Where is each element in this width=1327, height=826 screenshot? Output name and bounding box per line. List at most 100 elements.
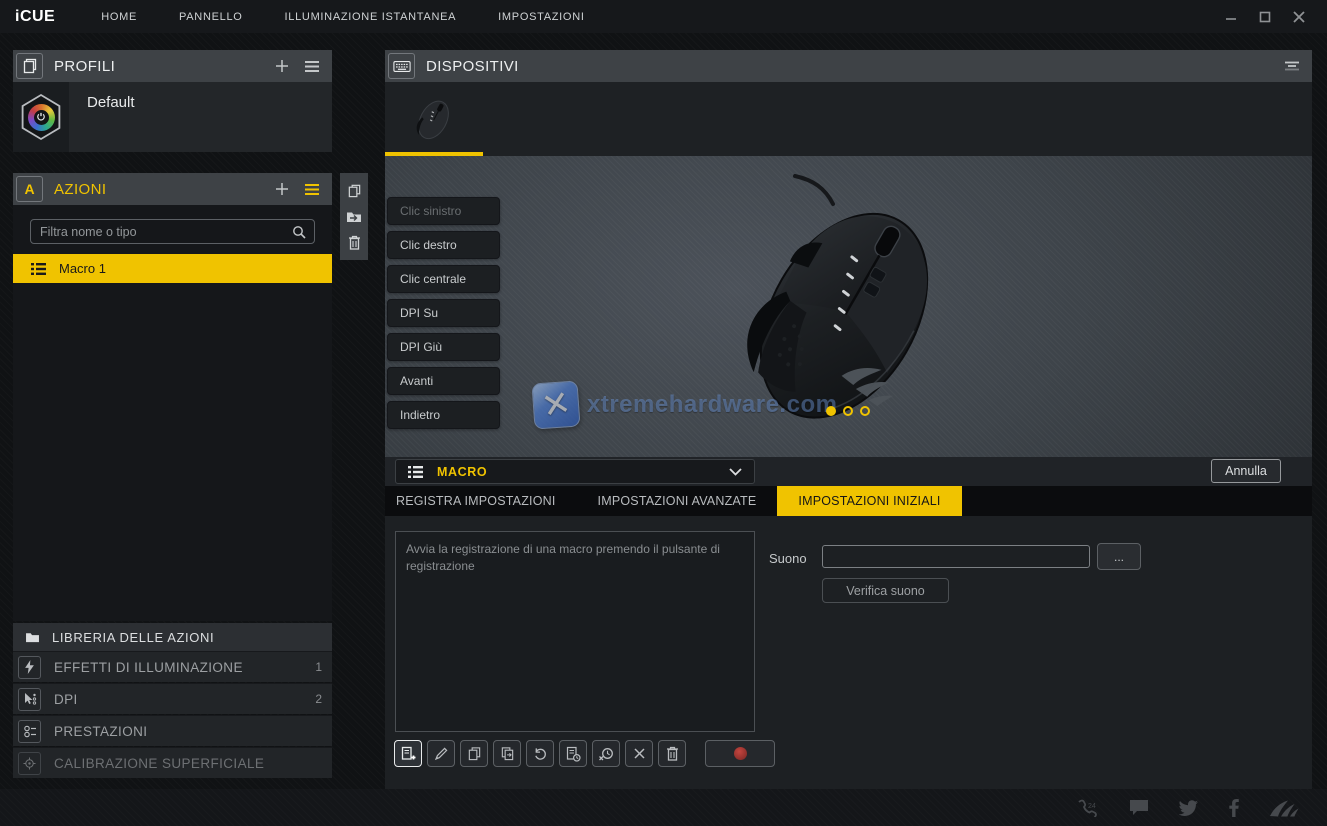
action-item-label: Macro 1 bbox=[59, 261, 106, 276]
mouse-button-dpi-down[interactable]: DPI Giù bbox=[387, 333, 500, 361]
actions-filter-input[interactable] bbox=[31, 225, 292, 239]
devices-filter-icon[interactable] bbox=[1284, 60, 1300, 72]
actions-panel: Macro 1 bbox=[13, 205, 332, 621]
action-type-dropdown[interactable]: MACRO bbox=[395, 459, 755, 484]
add-action-button[interactable] bbox=[275, 182, 289, 196]
sound-browse-button[interactable]: ... bbox=[1097, 543, 1141, 570]
profile-item-default[interactable]: Default bbox=[13, 82, 332, 152]
library-count: 1 bbox=[315, 660, 322, 674]
actions-icon: A bbox=[16, 176, 43, 202]
macro-tabs: REGISTRA IMPOSTAZIONI IMPOSTAZIONI AVANZ… bbox=[385, 486, 1312, 516]
tab-registra-impostazioni[interactable]: REGISTRA IMPOSTAZIONI bbox=[385, 486, 577, 516]
dpi-cursor-icon bbox=[18, 688, 41, 711]
icue-logo: iCUE bbox=[15, 8, 55, 26]
watermark: ✕ xtremehardware.com bbox=[533, 382, 837, 428]
mouse-button-left[interactable]: Clic sinistro bbox=[387, 197, 500, 225]
copy-steps-button[interactable] bbox=[460, 740, 488, 767]
actions-menu-icon[interactable] bbox=[304, 183, 320, 196]
action-item-macro-1[interactable]: Macro 1 bbox=[13, 254, 332, 283]
profiles-header: PROFILI bbox=[13, 50, 332, 82]
library-folder-icon bbox=[25, 631, 40, 643]
carousel-dot-1[interactable] bbox=[826, 406, 836, 416]
macro-settings-panel: Avvia la registrazione di una macro prem… bbox=[385, 516, 1312, 789]
delete-action-icon[interactable] bbox=[348, 235, 361, 250]
insert-delay-button[interactable] bbox=[559, 740, 587, 767]
watermark-text: xtremehardware.com bbox=[587, 391, 837, 419]
support-phone-icon[interactable]: 24 bbox=[1077, 799, 1099, 817]
paste-steps-button[interactable] bbox=[493, 740, 521, 767]
device-tab-mouse[interactable] bbox=[385, 82, 483, 156]
carousel-dot-2[interactable] bbox=[843, 406, 853, 416]
library-item-lighting[interactable]: EFFETTI DI ILLUMINAZIONE 1 bbox=[13, 651, 332, 682]
record-macro-button[interactable] bbox=[705, 740, 775, 767]
nav-home[interactable]: HOME bbox=[101, 11, 137, 23]
mouse-button-right[interactable]: Clic destro bbox=[387, 231, 500, 259]
chat-icon[interactable] bbox=[1129, 799, 1149, 816]
library-item-dpi[interactable]: DPI 2 bbox=[13, 683, 332, 714]
action-type-row: MACRO Annulla bbox=[385, 457, 1312, 486]
library-count: 2 bbox=[315, 692, 322, 706]
actions-filter bbox=[30, 219, 315, 244]
chevron-down-icon bbox=[729, 468, 742, 476]
action-type-value: MACRO bbox=[437, 465, 487, 479]
nav-impostazioni[interactable]: IMPOSTAZIONI bbox=[498, 11, 584, 23]
twitter-icon[interactable] bbox=[1179, 800, 1199, 816]
sound-verify-button[interactable]: Verifica suono bbox=[822, 578, 949, 603]
undo-button[interactable] bbox=[526, 740, 554, 767]
footer-links: 24 bbox=[1077, 799, 1299, 817]
nav-pannello[interactable]: PANNELLO bbox=[179, 11, 242, 23]
macro-list-icon-white bbox=[408, 466, 423, 478]
icue-window: iCUE HOME PANNELLO ILLUMINAZIONE ISTANTA… bbox=[0, 0, 1327, 826]
watermark-x-logo: ✕ bbox=[531, 380, 580, 429]
device-tabstrip bbox=[385, 82, 1312, 156]
library-item-surface-calibration[interactable]: CALIBRAZIONE SUPERFICIALE bbox=[13, 747, 332, 778]
mouse-button-forward[interactable]: Avanti bbox=[387, 367, 500, 395]
library-item-performance[interactable]: PRESTAZIONI bbox=[13, 715, 332, 746]
window-controls bbox=[1225, 11, 1305, 23]
sound-file-input[interactable] bbox=[822, 545, 1090, 568]
edit-step-button[interactable] bbox=[427, 740, 455, 767]
mouse-button-middle[interactable]: Clic centrale bbox=[387, 265, 500, 293]
lightning-icon bbox=[18, 656, 41, 679]
tab-impostazioni-iniziali[interactable]: IMPOSTAZIONI INIZIALI bbox=[777, 486, 961, 516]
minimize-icon[interactable] bbox=[1225, 11, 1237, 23]
add-profile-button[interactable] bbox=[275, 59, 289, 73]
duplicate-action-icon[interactable] bbox=[347, 183, 362, 198]
actions-header: A AZIONI bbox=[13, 173, 332, 205]
top-menu-bar: iCUE HOME PANNELLO ILLUMINAZIONE ISTANTA… bbox=[0, 0, 1327, 33]
keyboard-icon bbox=[388, 53, 415, 79]
facebook-icon[interactable] bbox=[1229, 799, 1239, 817]
maximize-icon[interactable] bbox=[1259, 11, 1271, 23]
mouse-button-dpi-up[interactable]: DPI Su bbox=[387, 299, 500, 327]
mouse-button-back[interactable]: Indietro bbox=[387, 401, 500, 429]
move-to-folder-icon[interactable] bbox=[346, 210, 362, 223]
delete-all-steps-button[interactable] bbox=[658, 740, 686, 767]
profiles-icon bbox=[16, 53, 43, 79]
close-icon[interactable] bbox=[1293, 11, 1305, 23]
device-image-carousel bbox=[826, 406, 870, 416]
sound-label: Suono bbox=[769, 551, 807, 566]
search-icon bbox=[292, 225, 306, 239]
clear-step-button[interactable] bbox=[625, 740, 653, 767]
macro-steps-editor[interactable]: Avvia la registrazione di una macro prem… bbox=[395, 531, 755, 732]
actions-side-toolbar bbox=[340, 173, 368, 260]
profiles-title: PROFILI bbox=[54, 58, 115, 75]
target-icon bbox=[18, 752, 41, 775]
toggle-delay-recording-button[interactable] bbox=[592, 740, 620, 767]
record-icon bbox=[734, 747, 747, 760]
mouse-thumbnail bbox=[411, 93, 457, 145]
actions-title: AZIONI bbox=[54, 181, 106, 198]
library-header[interactable]: LIBRERIA DELLE AZIONI bbox=[13, 623, 332, 651]
profile-avatar bbox=[13, 82, 69, 152]
footer-bar: 24 bbox=[0, 789, 1327, 826]
profiles-menu-icon[interactable] bbox=[304, 60, 320, 73]
main-nav: HOME PANNELLO ILLUMINAZIONE ISTANTANEA I… bbox=[101, 11, 626, 23]
cancel-button[interactable]: Annulla bbox=[1211, 459, 1281, 483]
corsair-logo-icon[interactable] bbox=[1269, 799, 1299, 817]
new-macro-step-button[interactable] bbox=[394, 740, 422, 767]
nav-illuminazione-istantanea[interactable]: ILLUMINAZIONE ISTANTANEA bbox=[285, 11, 457, 23]
devices-header: DISPOSITIVI bbox=[385, 50, 1312, 82]
carousel-dot-3[interactable] bbox=[860, 406, 870, 416]
tab-impostazioni-avanzate[interactable]: IMPOSTAZIONI AVANZATE bbox=[577, 486, 778, 516]
macro-editor-placeholder: Avvia la registrazione di una macro prem… bbox=[396, 532, 754, 585]
